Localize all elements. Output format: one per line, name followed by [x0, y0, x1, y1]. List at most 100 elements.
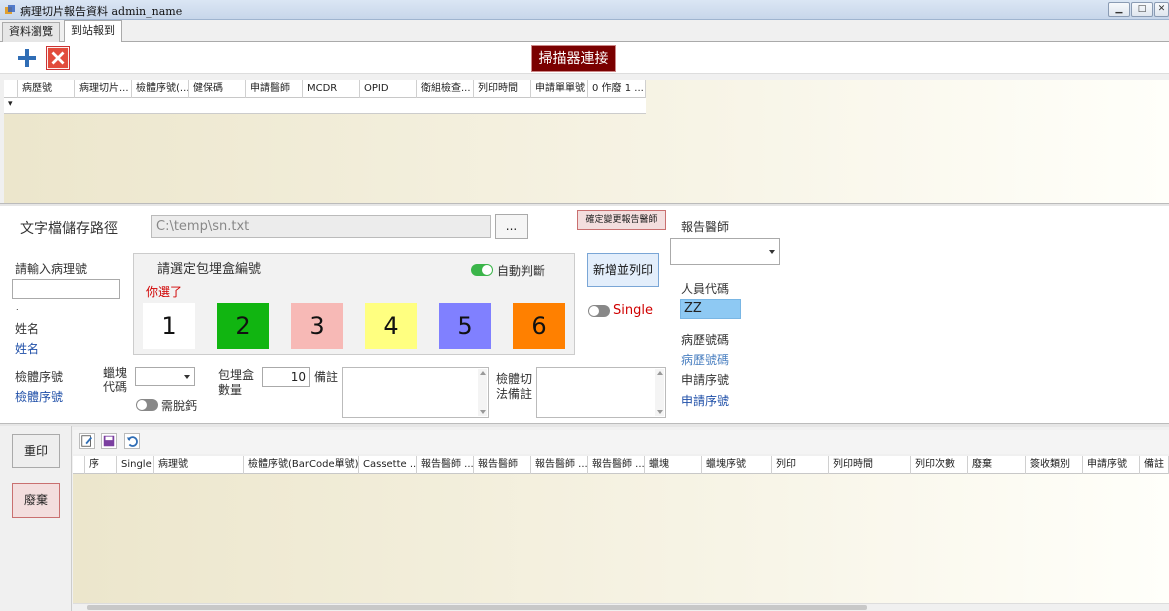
column-header[interactable]: 申請醫師: [246, 80, 303, 98]
column-header[interactable]: Single: [117, 456, 154, 474]
confirm-change-doctor-button[interactable]: 確定變更報告醫師: [577, 210, 666, 230]
report-doctor-select[interactable]: [670, 238, 780, 265]
box-count-input[interactable]: 10: [262, 367, 310, 387]
column-header[interactable]: Cassette ...: [359, 456, 417, 474]
cassette-box-6[interactable]: 6: [513, 303, 565, 349]
column-header[interactable]: 病理切片...: [75, 80, 132, 98]
cassette-box-4[interactable]: 4: [365, 303, 417, 349]
column-header[interactable]: 列印次數: [911, 456, 968, 474]
minimize-button[interactable]: ▁: [1108, 2, 1130, 17]
scanner-connect-button[interactable]: 掃描器連接: [531, 45, 616, 72]
new-row[interactable]: ▾: [4, 98, 646, 114]
column-header[interactable]: 檢體序號(BarCode單號): [244, 456, 359, 474]
close-icon[interactable]: [46, 46, 70, 70]
grid-toolbar: [73, 430, 1169, 454]
path-input[interactable]: C:\temp\sn.txt: [151, 215, 491, 238]
column-header[interactable]: 蠟塊序號: [702, 456, 772, 474]
column-header[interactable]: 病歷號: [18, 80, 75, 98]
scroll-thumb[interactable]: [87, 605, 867, 610]
row-header-corner: [73, 456, 85, 474]
app-icon: [5, 5, 15, 14]
decal-toggle[interactable]: [136, 399, 158, 411]
close-window-button[interactable]: ✕: [1154, 2, 1169, 17]
reprint-button[interactable]: 重印: [12, 434, 60, 468]
name-label: 姓名: [15, 322, 40, 336]
column-header[interactable]: 檢體序號(...: [132, 80, 189, 98]
pathology-number-input[interactable]: [12, 279, 120, 299]
column-header[interactable]: OPID: [360, 80, 417, 98]
splitter-bottom[interactable]: [0, 423, 1169, 427]
box-count-label: 包埋盒數量: [218, 368, 255, 397]
specimen-no-label: 檢體序號: [15, 370, 64, 384]
maximize-button[interactable]: □: [1131, 2, 1153, 17]
bottom-grid-header: 序 Single 病理號 檢體序號(BarCode單號) Cassette ..…: [73, 456, 1169, 474]
column-header[interactable]: 健保碼: [189, 80, 246, 98]
separator-dot: .: [16, 303, 19, 312]
specimen-no-value: 檢體序號: [15, 390, 64, 404]
discard-button[interactable]: 廢棄: [12, 483, 60, 518]
cassette-title: 請選定包埋盒編號: [157, 262, 262, 277]
tab-check-in[interactable]: 到站報到: [64, 20, 122, 42]
title-bar: 病理切片報告資料 admin_name ▁ □ ✕: [0, 0, 1169, 20]
scrollbar[interactable]: [655, 369, 664, 416]
tab-data-browse[interactable]: 資料瀏覽: [2, 22, 60, 42]
column-header[interactable]: 報告醫師 ...: [588, 456, 645, 474]
column-header[interactable]: 報告醫師: [474, 456, 531, 474]
cassette-box-2[interactable]: 2: [217, 303, 269, 349]
cassette-box-3[interactable]: 3: [291, 303, 343, 349]
column-header[interactable]: 申請序號: [1083, 456, 1140, 474]
column-header[interactable]: 0 作廢 1 ...: [588, 80, 646, 98]
column-header[interactable]: 蠟塊: [645, 456, 702, 474]
column-header[interactable]: 衛組檢查...: [417, 80, 474, 98]
pathology-input-label: 請輸入病理號: [15, 262, 88, 276]
save-icon[interactable]: [101, 433, 117, 449]
toggle-knob: [589, 306, 599, 316]
cassette-box-5[interactable]: 5: [439, 303, 491, 349]
scroll-down-icon: [480, 410, 486, 414]
horizontal-scrollbar[interactable]: [73, 603, 1169, 611]
staff-code-input[interactable]: ZZ: [680, 299, 741, 319]
block-code-label: 蠟塊代碼: [103, 366, 128, 394]
cassette-box-1[interactable]: 1: [143, 303, 195, 349]
add-and-print-button[interactable]: 新增並列印: [587, 253, 659, 287]
top-grid-header: 病歷號 病理切片... 檢體序號(... 健保碼 申請醫師 MCDR OPID …: [4, 80, 646, 98]
column-header[interactable]: 列印時間: [474, 80, 531, 98]
column-header[interactable]: 廢棄: [968, 456, 1026, 474]
auto-detect-toggle[interactable]: [471, 264, 493, 276]
undo-icon[interactable]: [124, 433, 140, 449]
selected-text: 你選了: [146, 285, 183, 299]
plus-icon[interactable]: [14, 46, 40, 70]
tab-strip: 資料瀏覽 到站報到: [0, 20, 1169, 42]
edit-icon[interactable]: [79, 433, 95, 449]
column-header[interactable]: 報告醫師 ...: [417, 456, 474, 474]
chart-no-label: 病歷號碼: [681, 333, 730, 347]
report-doctor-label: 報告醫師: [681, 220, 730, 234]
single-toggle[interactable]: [588, 305, 610, 317]
toggle-knob: [137, 400, 147, 410]
scroll-up-icon: [657, 371, 663, 375]
browse-button[interactable]: ...: [495, 214, 528, 239]
column-header[interactable]: 序: [85, 456, 117, 474]
column-header[interactable]: 簽收類別: [1026, 456, 1083, 474]
path-label: 文字檔儲存路徑: [20, 221, 118, 237]
column-header[interactable]: 申請單單號: [531, 80, 588, 98]
row-header-corner: [4, 80, 18, 98]
block-code-select[interactable]: [135, 367, 195, 386]
staff-code-label: 人員代碼: [681, 282, 730, 296]
chart-no-value: 病歷號碼: [681, 353, 730, 367]
remark-textarea[interactable]: [342, 367, 489, 418]
name-value: 姓名: [15, 342, 40, 356]
column-header[interactable]: 病理號: [154, 456, 244, 474]
bottom-data-grid[interactable]: [73, 456, 1169, 604]
scrollbar[interactable]: [478, 369, 487, 416]
column-header[interactable]: 備註: [1140, 456, 1169, 474]
column-header[interactable]: 列印時間: [829, 456, 911, 474]
cutting-remark-textarea[interactable]: [536, 367, 666, 418]
cutting-remark-label: 檢體切法備註: [496, 372, 533, 401]
column-header[interactable]: 報告醫師 ...: [531, 456, 588, 474]
column-header[interactable]: 列印: [772, 456, 829, 474]
chevron-down-icon: [769, 249, 775, 254]
column-header[interactable]: MCDR: [303, 80, 360, 98]
toggle-knob: [482, 265, 492, 275]
window-title: 病理切片報告資料 admin_name: [20, 5, 183, 18]
